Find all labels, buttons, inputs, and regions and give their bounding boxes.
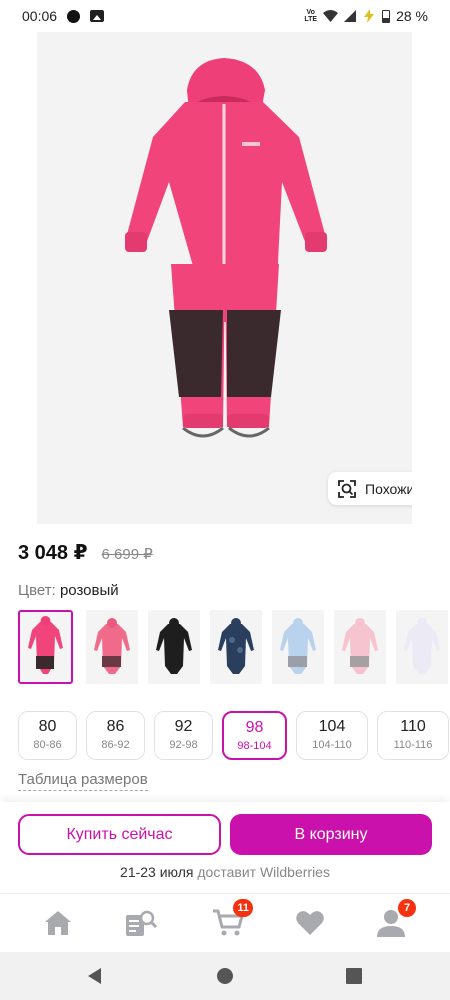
catalog-search-icon: [126, 910, 157, 936]
wifi-icon: [323, 10, 339, 22]
size-main: 104: [318, 718, 346, 735]
signal-icon: [344, 10, 357, 22]
color-thumbnails: [18, 610, 450, 686]
size-option-86[interactable]: 86 86-92: [86, 711, 145, 760]
color-thumbnail-light-pink[interactable]: [334, 610, 386, 684]
home-circle-icon[interactable]: [215, 966, 235, 986]
size-option-104[interactable]: 104 104-110: [296, 711, 368, 760]
color-thumbnail-black[interactable]: [148, 610, 200, 684]
thumbnail-image: [218, 618, 254, 674]
price-row: 3 048 ₽ 6 699 ₽: [18, 540, 153, 565]
profile-notification-badge: 7: [398, 899, 416, 917]
size-range: 80-86: [33, 739, 62, 751]
nav-cart[interactable]: 11: [211, 899, 253, 940]
thumbnail-image: [156, 618, 192, 674]
nav-home[interactable]: [41, 906, 75, 940]
delivery-carrier: доставит Wildberries: [197, 864, 330, 880]
color-thumbnail-navy-camo[interactable]: [210, 610, 262, 684]
size-option-80[interactable]: 80 80-86: [18, 711, 77, 760]
size-option-110[interactable]: 110 110-116: [377, 711, 449, 760]
back-icon[interactable]: [85, 966, 105, 986]
delivery-info: 21-23 июля доставит Wildberries: [0, 864, 450, 880]
product-image: [125, 58, 327, 438]
battery-level: 28 %: [396, 8, 428, 24]
thumbnail-image: [28, 616, 63, 674]
bottom-navigation: 11 7: [0, 893, 450, 951]
charging-icon: [364, 9, 375, 23]
visual-search-icon: [338, 479, 356, 498]
color-row: Цвет: розовый: [18, 582, 119, 599]
product-gallery[interactable]: Похожие: [37, 32, 412, 524]
thumbnail-image: [404, 618, 440, 674]
size-selector: 80 80-86 86 86-92 92 92-98 98 98-104 104…: [18, 711, 450, 761]
size-option-98[interactable]: 98 98-104: [222, 711, 287, 760]
nav-profile[interactable]: 7: [374, 899, 416, 940]
purchase-panel: Купить сейчас В корзину 21-23 июля доста…: [0, 802, 450, 892]
color-thumbnail-pink-print[interactable]: [86, 610, 138, 684]
color-thumbnail-pink-black[interactable]: [18, 610, 73, 684]
volte-icon: Vo LTE: [304, 9, 318, 23]
size-range: 110-116: [393, 739, 433, 751]
size-main: 86: [106, 718, 125, 735]
gallery-notification-icon: [90, 10, 105, 22]
nav-favorites[interactable]: [293, 906, 327, 940]
recents-icon[interactable]: [344, 966, 364, 986]
size-main: 98: [245, 719, 264, 736]
delivery-dates: 21-23 июля: [120, 864, 194, 880]
system-navigation-bar: [0, 952, 450, 1000]
add-to-cart-button[interactable]: В корзину: [230, 814, 432, 855]
status-bar: 00:06 Vo LTE 28 %: [0, 0, 450, 32]
thumbnail-image: [342, 618, 378, 674]
size-main: 92: [174, 718, 193, 735]
size-table-link[interactable]: Таблица размеров: [18, 771, 148, 791]
color-value: розовый: [59, 582, 119, 599]
size-main: 80: [38, 718, 57, 735]
color-thumbnail-light-blue[interactable]: [272, 610, 324, 684]
color-label: Цвет:: [18, 582, 56, 599]
price-current: 3 048 ₽: [18, 542, 88, 564]
buy-now-button[interactable]: Купить сейчас: [18, 814, 221, 855]
size-range: 98-104: [237, 740, 272, 752]
similar-button[interactable]: Похожие: [328, 472, 412, 505]
notification-dot-icon: [67, 9, 81, 23]
size-main: 110: [400, 718, 426, 735]
status-time: 00:06: [22, 8, 58, 24]
size-option-92[interactable]: 92 92-98: [154, 711, 213, 760]
size-range: 104-110: [312, 739, 352, 751]
similar-label: Похожие: [365, 480, 412, 497]
color-thumbnail-white-lilac[interactable]: [396, 610, 448, 684]
size-range: 92-98: [169, 739, 198, 751]
heart-icon: [296, 911, 324, 935]
thumbnail-image: [94, 618, 130, 674]
cart-count-badge: 11: [233, 899, 253, 917]
size-range: 86-92: [101, 739, 130, 751]
price-old: 6 699 ₽: [101, 546, 153, 563]
thumbnail-image: [280, 618, 316, 674]
nav-catalog[interactable]: [124, 906, 158, 940]
battery-icon: [382, 9, 391, 23]
home-icon: [45, 911, 71, 935]
